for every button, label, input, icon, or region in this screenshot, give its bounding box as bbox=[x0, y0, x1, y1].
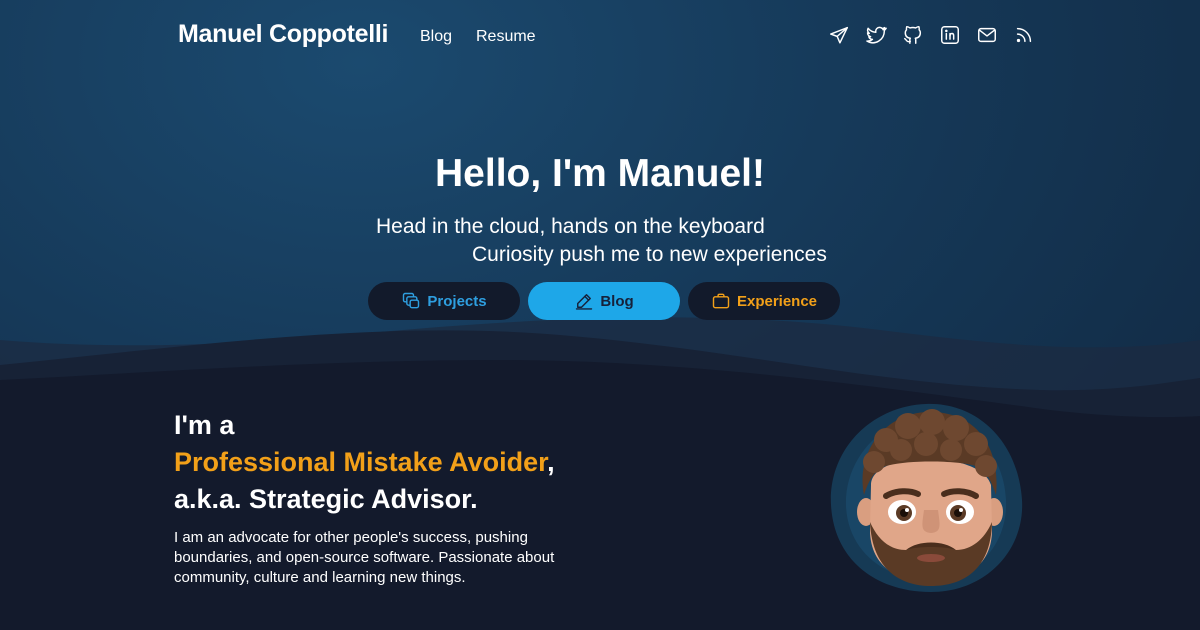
experience-button[interactable]: Experience bbox=[688, 282, 840, 320]
pencil-icon bbox=[574, 291, 594, 311]
rss-icon[interactable] bbox=[1013, 24, 1035, 46]
hero-tagline-2: Curiosity push me to new experiences bbox=[472, 243, 827, 266]
about-role-comma: , bbox=[547, 447, 555, 477]
experience-button-label: Experience bbox=[736, 292, 818, 310]
about-role-line: Professional Mistake Avoider, bbox=[174, 447, 555, 478]
social-links bbox=[828, 24, 1035, 46]
hero-title: Hello, I'm Manuel! bbox=[435, 152, 765, 195]
hero-tagline-1: Head in the cloud, hands on the keyboard bbox=[376, 215, 765, 238]
projects-icon bbox=[401, 291, 421, 311]
about-description: I am an advocate for other people's succ… bbox=[174, 529, 555, 586]
memoji-avatar bbox=[830, 403, 1023, 592]
site-brand[interactable]: Manuel Coppotelli bbox=[178, 20, 388, 49]
nav-resume-link[interactable]: Resume bbox=[476, 28, 536, 46]
about-aka: a.k.a. Strategic Advisor. bbox=[174, 484, 478, 514]
projects-button[interactable]: Projects bbox=[368, 282, 520, 320]
linkedin-icon[interactable] bbox=[939, 24, 961, 46]
site-header: Manuel Coppotelli Blog Resume bbox=[0, 0, 1200, 72]
about-role-highlight: Professional Mistake Avoider bbox=[174, 447, 548, 477]
mail-icon[interactable] bbox=[976, 24, 998, 46]
briefcase-icon bbox=[711, 291, 731, 311]
projects-button-label: Projects bbox=[427, 292, 487, 310]
about-intro: I'm a bbox=[174, 410, 235, 440]
nav-blog-link[interactable]: Blog bbox=[420, 28, 452, 46]
blog-button[interactable]: Blog bbox=[528, 282, 680, 320]
telegram-icon[interactable] bbox=[828, 24, 850, 46]
twitter-icon[interactable] bbox=[865, 24, 887, 46]
blog-button-label: Blog bbox=[600, 292, 634, 310]
github-icon[interactable] bbox=[902, 24, 924, 46]
